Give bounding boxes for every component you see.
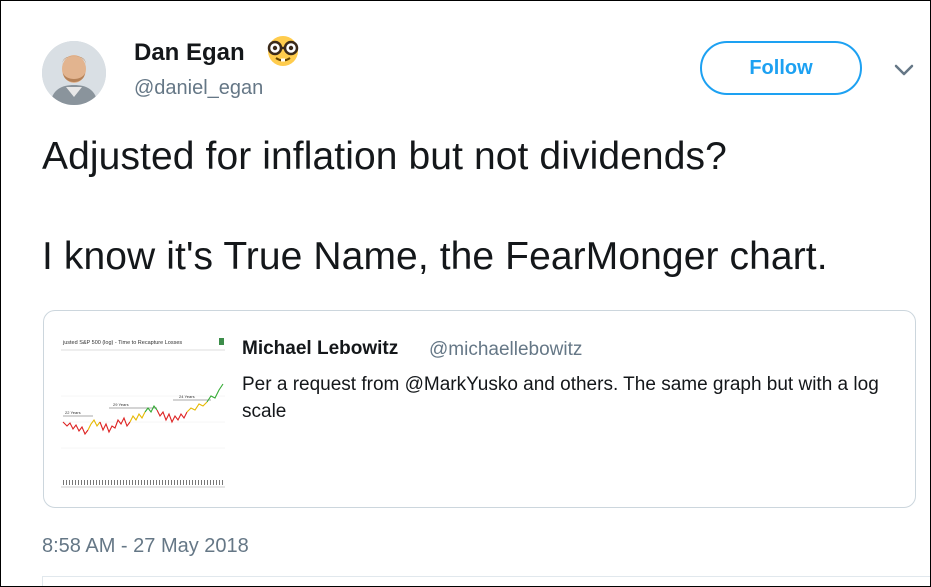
tweet-frame: Dan Egan @daniel_egan Follow Adjusted fo… [0, 0, 931, 587]
tweet-text-line-2: I know it's True Name, the FearMonger ch… [42, 235, 828, 278]
tweet-text-line-1: Adjusted for inflation but not dividends… [42, 135, 727, 178]
quoted-tweet-card[interactable]: justed S&P 500 (log) - Time to Recapture… [43, 310, 916, 508]
thumbnail-annotation: 22 Years [65, 410, 81, 415]
quoted-author-handle[interactable]: @michaellebowitz [429, 339, 582, 361]
thumbnail-title: justed S&P 500 (log) - Time to Recapture… [62, 340, 182, 346]
avatar[interactable] [42, 41, 106, 105]
quoted-tweet-text: Per a request from @MarkYusko and others… [242, 374, 879, 422]
quoted-author-name[interactable]: Michael Lebowitz [242, 338, 398, 360]
follow-button[interactable]: Follow [700, 41, 862, 95]
tweet-timestamp[interactable]: 8:58 AM - 27 May 2018 [42, 535, 249, 558]
chevron-down-icon[interactable] [891, 59, 917, 81]
thumbnail-annotation: 29 Years [113, 402, 129, 407]
divider [42, 576, 930, 577]
author-handle[interactable]: @daniel_egan [134, 77, 263, 100]
nerd-face-icon [263, 33, 303, 67]
thumbnail-annotation: 24 Years [179, 394, 195, 399]
quoted-tweet-thumbnail[interactable]: justed S&P 500 (log) - Time to Recapture… [61, 334, 225, 494]
author-name[interactable]: Dan Egan [134, 39, 245, 67]
avatar-image [42, 41, 106, 105]
divider [42, 576, 43, 586]
